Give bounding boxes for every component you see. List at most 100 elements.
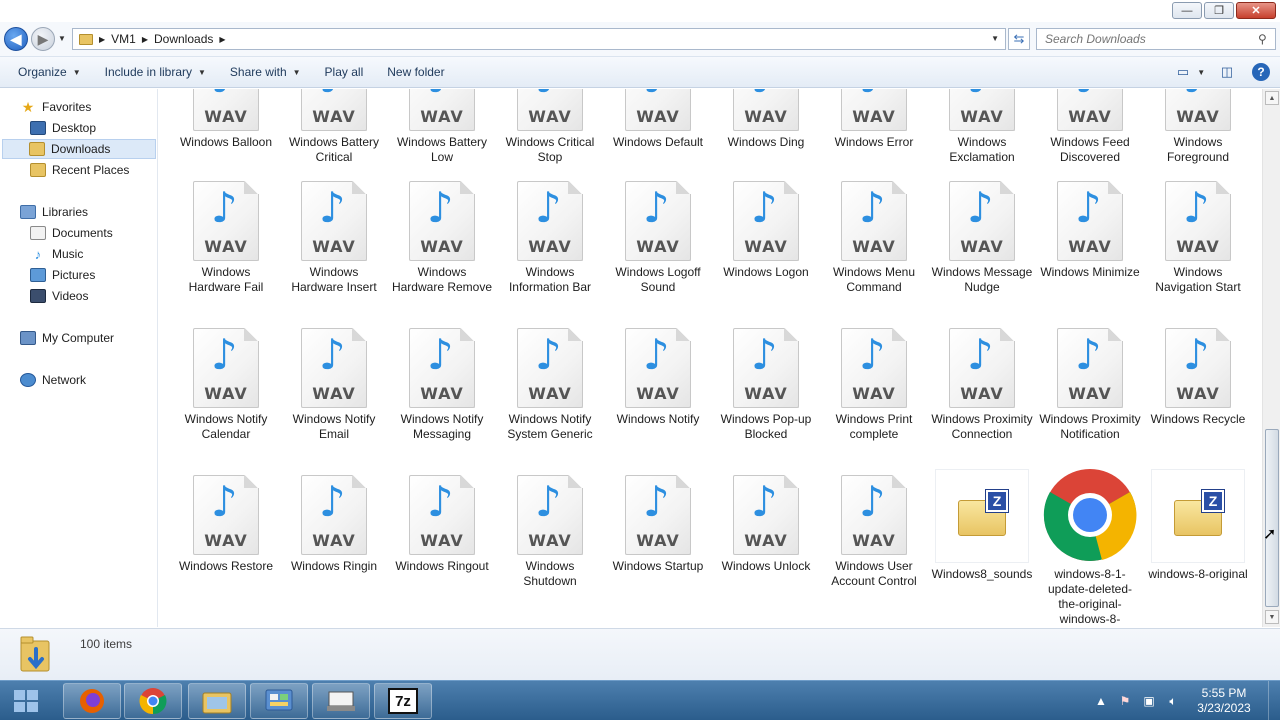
preview-pane-button[interactable]: ◫	[1216, 61, 1238, 83]
action-center-icon[interactable]: ⚑	[1116, 693, 1134, 709]
taskbar-keyboard-app[interactable]	[312, 683, 370, 719]
nav-documents[interactable]: Documents	[28, 223, 119, 243]
file-item[interactable]: ♪ WAV Windows Notify Email	[282, 328, 386, 442]
taskbar-file-explorer[interactable]	[188, 683, 246, 719]
taskbar-firefox[interactable]	[63, 683, 121, 719]
network-tray-icon[interactable]: ▣	[1140, 693, 1158, 709]
file-item[interactable]: ♪ WAV Windows Pop-up Blocked	[714, 328, 818, 442]
file-name: Windows Proximity Connection	[931, 412, 1033, 441]
file-item[interactable]: ♪WAV Windows Default	[606, 89, 710, 150]
file-item[interactable]: ♪WAV Windows Balloon	[174, 89, 278, 150]
file-item[interactable]: ♪ WAV Windows User Account Control	[822, 475, 926, 589]
file-item[interactable]: ♪ WAV Windows Information Bar	[498, 181, 602, 295]
taskbar-7zip[interactable]: 7z	[374, 683, 432, 719]
file-item[interactable]: ♪ WAV Windows Logoff Sound	[606, 181, 710, 295]
address-dropdown-icon[interactable]: ▼	[991, 34, 999, 43]
file-item[interactable]: ♪ WAV Windows Notify Messaging	[390, 328, 494, 442]
breadcrumb-separator-icon[interactable]: ▶	[219, 35, 225, 44]
file-item[interactable]: ♪ WAV Windows Proximity Connection	[930, 328, 1034, 442]
file-name: Windows Menu Command	[832, 265, 916, 294]
file-item[interactable]: ♪WAV Windows Exclamation	[930, 89, 1034, 165]
scroll-up-button[interactable]: ▲	[1265, 91, 1279, 105]
address-bar[interactable]: ▶ VM1 ▶ Downloads ▶ ▼	[72, 28, 1006, 50]
file-item[interactable]: windows-8-1-update-deleted-the-original-…	[1038, 467, 1142, 627]
nav-network[interactable]: Network	[18, 370, 92, 390]
volume-icon[interactable]: 🔈︎	[1164, 693, 1182, 709]
show-hidden-icons-button[interactable]: ▲	[1092, 693, 1110, 709]
recent-pages-dropdown[interactable]: ▼	[58, 34, 66, 43]
file-item[interactable]: ♪ WAV Windows Ringin	[282, 475, 386, 574]
nav-downloads[interactable]: Downloads	[2, 139, 156, 159]
file-item[interactable]: ♪WAV Windows Critical Stop	[498, 89, 602, 165]
close-button[interactable]: ✕	[1236, 2, 1276, 19]
file-item[interactable]: ♪ WAV Windows Message Nudge	[930, 181, 1034, 295]
clock[interactable]: 5:55 PM 3/23/2023	[1188, 686, 1260, 716]
file-item[interactable]: ♪ WAV Windows Shutdown	[498, 475, 602, 589]
file-item[interactable]: ♪ WAV Windows Logon	[714, 181, 818, 280]
file-name: Windows Balloon	[179, 135, 273, 149]
file-item[interactable]: ♪ WAV Windows Notify System Generic	[498, 328, 602, 442]
include-in-library-button[interactable]: Include in library ▼	[97, 60, 214, 84]
file-name: Windows Hardware Insert	[291, 265, 377, 294]
breadcrumb-downloads[interactable]: Downloads	[154, 32, 213, 46]
file-item[interactable]: ♪ WAV Windows Hardware Insert	[282, 181, 386, 295]
vertical-scrollbar[interactable]: ▲ ▼	[1262, 89, 1280, 627]
file-item[interactable]: ♪ WAV Windows Startup	[606, 475, 710, 574]
new-folder-button[interactable]: New folder	[379, 60, 452, 84]
file-item[interactable]: ♪ WAV Windows Notify	[606, 328, 710, 427]
file-item[interactable]: ♪ WAV Windows Print complete	[822, 328, 926, 442]
play-all-button[interactable]: Play all	[317, 60, 372, 84]
file-item[interactable]: ♪ WAV Windows Restore	[174, 475, 278, 574]
breadcrumb-separator-icon[interactable]: ▶	[142, 35, 148, 44]
nav-favorites[interactable]: ★ Favorites	[18, 97, 97, 117]
file-item[interactable]: ♪WAV Windows Error	[822, 89, 926, 150]
scroll-down-button[interactable]: ▼	[1265, 610, 1279, 624]
file-item[interactable]: ♪WAV Windows Foreground	[1146, 89, 1250, 165]
file-item[interactable]: ♪WAV Windows Battery Low	[390, 89, 494, 165]
nav-desktop[interactable]: Desktop	[28, 118, 102, 138]
organize-button[interactable]: Organize ▼	[10, 60, 89, 84]
refresh-button[interactable]: ⇆	[1008, 28, 1030, 50]
file-item[interactable]: Z windows-8-original	[1146, 469, 1250, 582]
search-input[interactable]	[1036, 28, 1276, 50]
file-item[interactable]: ♪ WAV Windows Hardware Fail	[174, 181, 278, 295]
chevron-down-icon: ▼	[198, 67, 206, 77]
nav-libraries[interactable]: Libraries	[18, 202, 94, 222]
nav-my-computer[interactable]: My Computer	[18, 328, 120, 348]
taskbar-chrome[interactable]	[124, 683, 182, 719]
maximize-button[interactable]: ❐	[1204, 2, 1234, 19]
breadcrumb-separator-icon[interactable]: ▶	[99, 35, 105, 44]
share-with-label: Share with	[229, 65, 287, 79]
breadcrumb-vm1[interactable]: VM1	[111, 32, 136, 46]
minimize-button[interactable]: —	[1172, 2, 1202, 19]
file-item[interactable]: ♪ WAV Windows Minimize	[1038, 181, 1142, 280]
file-item[interactable]: ♪ WAV Windows Recycle	[1146, 328, 1250, 427]
scrollbar-thumb[interactable]	[1265, 429, 1279, 607]
nav-pictures[interactable]: Pictures	[28, 265, 101, 285]
file-item[interactable]: ♪WAV Windows Battery Critical	[282, 89, 386, 165]
wav-file-icon: ♪WAV	[841, 181, 907, 261]
file-item[interactable]: ♪ WAV Windows Proximity Notification	[1038, 328, 1142, 442]
file-item[interactable]: ♪ WAV Windows Hardware Remove	[390, 181, 494, 295]
file-item[interactable]: Z Windows8_sounds	[930, 469, 1034, 582]
file-item[interactable]: ♪WAV Windows Feed Discovered	[1038, 89, 1142, 165]
search-icon[interactable]: ⚲	[1258, 32, 1267, 46]
taskbar-control-panel[interactable]	[250, 683, 308, 719]
share-with-button[interactable]: Share with ▼	[222, 60, 309, 84]
forward-button[interactable]: ▶	[31, 27, 55, 51]
file-item[interactable]: ♪ WAV Windows Notify Calendar	[174, 328, 278, 442]
nav-recent-places[interactable]: Recent Places	[28, 160, 135, 180]
nav-videos[interactable]: Videos	[28, 286, 94, 306]
file-item[interactable]: ♪WAV Windows Ding	[714, 89, 818, 150]
file-item[interactable]: ♪ WAV Windows Ringout	[390, 475, 494, 574]
back-button[interactable]: ◀	[4, 27, 28, 51]
wav-file-icon: ♪WAV	[733, 89, 799, 131]
file-item[interactable]: ♪ WAV Windows Menu Command	[822, 181, 926, 295]
file-item[interactable]: ♪ WAV Windows Unlock	[714, 475, 818, 574]
help-button[interactable]: ?	[1252, 63, 1270, 81]
start-button[interactable]	[8, 686, 44, 716]
show-desktop-button[interactable]	[1268, 681, 1280, 720]
change-view-button[interactable]: ▭ ▼	[1177, 61, 1205, 83]
file-item[interactable]: ♪ WAV Windows Navigation Start	[1146, 181, 1250, 295]
nav-music[interactable]: ♪ Music	[28, 244, 89, 264]
